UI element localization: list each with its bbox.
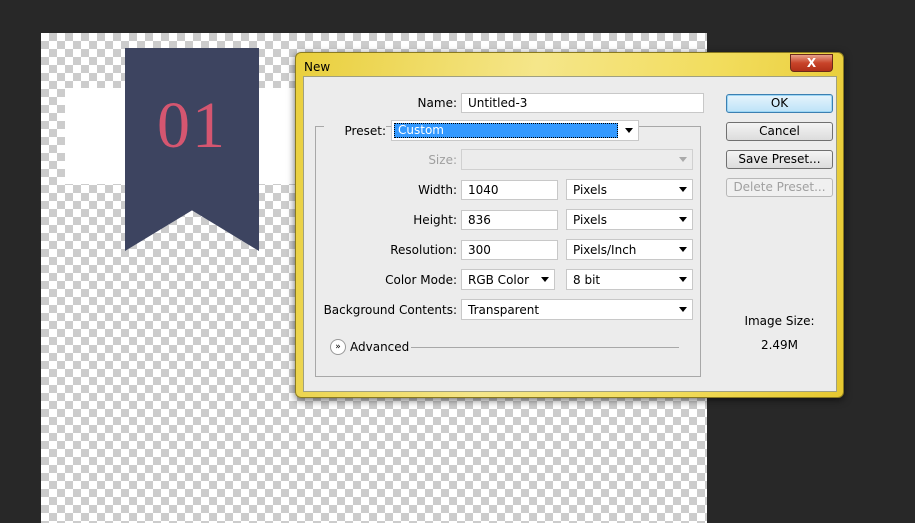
width-input[interactable]: 1040 [461,180,558,200]
chevron-down-icon [679,307,687,312]
height-label: Height: [413,213,457,227]
chevron-down-icon [541,277,549,282]
advanced-divider [411,347,679,348]
size-label: Size: [428,153,457,167]
preset-label: Preset: [324,124,386,138]
background-contents-value: Transparent [468,303,540,317]
delete-preset-button: Delete Preset... [726,178,833,197]
height-input[interactable]: 836 [461,210,558,230]
dialog-title: New [304,60,331,74]
color-mode-label: Color Mode: [385,273,457,287]
resolution-unit-value: Pixels/Inch [573,243,637,257]
dialog-body: Name: Untitled-3 Preset: Custom Size: Wi… [303,76,837,392]
preset-select[interactable]: Custom [391,120,639,141]
width-unit-value: Pixels [573,183,608,197]
image-size-value: 2.49M [760,338,799,352]
size-select [461,149,693,170]
chevron-down-icon [625,128,633,133]
width-unit-select[interactable]: Pixels [566,179,693,200]
advanced-expand-icon[interactable]: » [330,339,346,355]
cancel-button[interactable]: Cancel [726,122,833,141]
image-size-label: Image Size: [744,314,815,328]
resolution-input[interactable]: 300 [461,240,558,260]
chevron-down-icon [679,187,687,192]
preset-selected-value: Custom [394,123,618,138]
chevron-down-icon [679,217,687,222]
background-contents-label: Background Contents: [323,303,457,317]
resolution-label: Resolution: [390,243,457,257]
height-unit-select[interactable]: Pixels [566,209,693,230]
chevron-down-icon [679,157,687,162]
background-contents-select[interactable]: Transparent [461,299,693,320]
chevron-down-icon [679,247,687,252]
ok-button[interactable]: OK [726,94,833,113]
bit-depth-value: 8 bit [573,273,601,287]
close-button[interactable]: X [790,54,833,72]
color-mode-select[interactable]: RGB Color [461,269,555,290]
width-label: Width: [418,183,457,197]
ribbon-number: 01 [157,89,227,162]
new-document-dialog: New X Name: Untitled-3 Preset: Custom Si… [295,52,844,398]
bit-depth-select[interactable]: 8 bit [566,269,693,290]
resolution-unit-select[interactable]: Pixels/Inch [566,239,693,260]
name-label: Name: [417,96,457,110]
save-preset-button[interactable]: Save Preset... [726,150,833,169]
chevron-down-icon [679,277,687,282]
height-unit-value: Pixels [573,213,608,227]
name-input[interactable]: Untitled-3 [461,93,704,113]
color-mode-value: RGB Color [468,273,530,287]
advanced-label[interactable]: Advanced [350,340,409,354]
